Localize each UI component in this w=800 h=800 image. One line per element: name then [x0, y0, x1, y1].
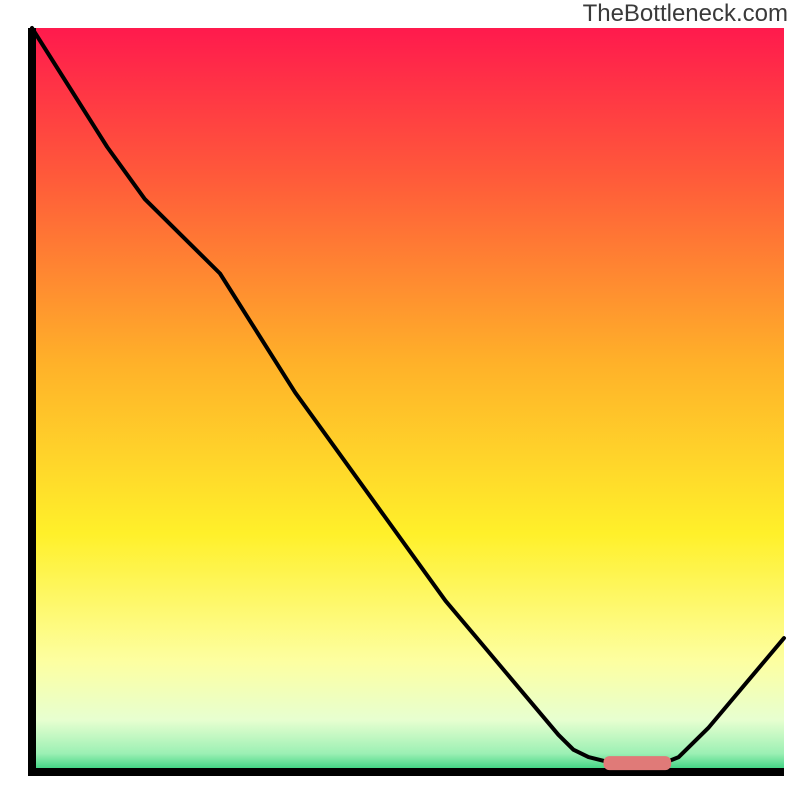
- bottleneck-chart: [0, 0, 800, 800]
- gradient-background: [32, 28, 784, 772]
- optimum-marker: [604, 756, 672, 770]
- chart-container: { "watermark": "TheBottleneck.com", "cha…: [0, 0, 800, 800]
- watermark-text: TheBottleneck.com: [583, 0, 788, 28]
- plot-area: [32, 28, 784, 772]
